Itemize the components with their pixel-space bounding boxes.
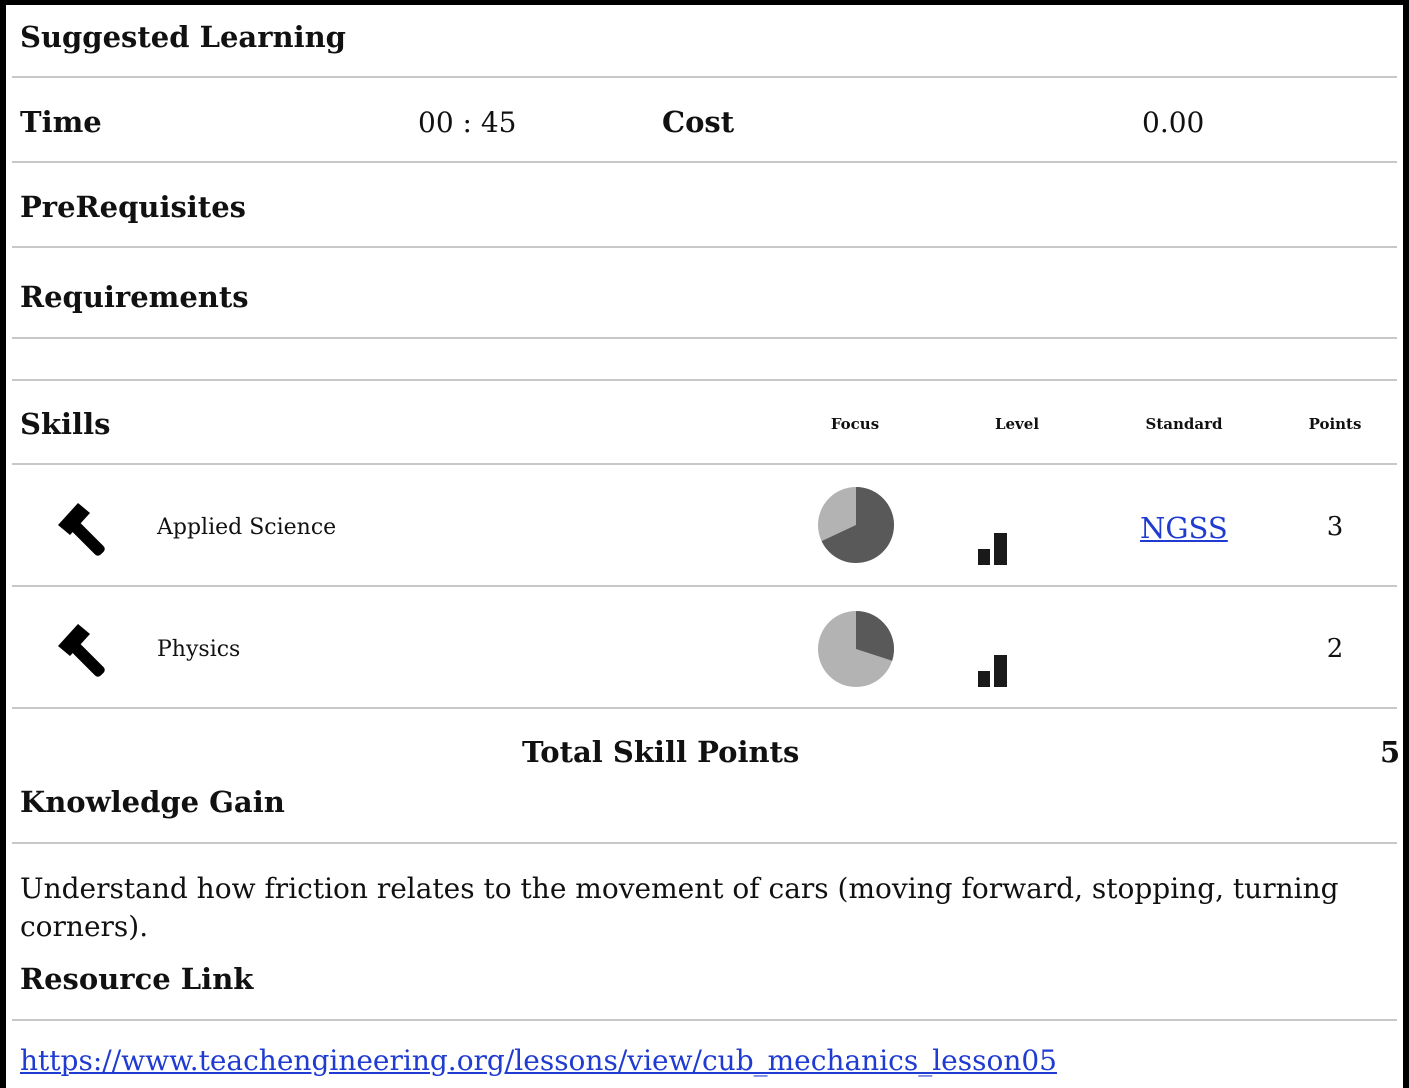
skill-name: Applied Science — [157, 515, 337, 540]
divider — [12, 842, 1397, 844]
focus-pie — [816, 609, 896, 693]
column-header-focus: Focus — [830, 415, 880, 433]
divider — [12, 246, 1397, 248]
column-header-level: Level — [994, 415, 1040, 433]
skill-row: Applied Science NGSS 3 — [12, 465, 1397, 585]
hammer-icon — [52, 499, 116, 557]
standard-link[interactable]: NGSS — [1140, 511, 1228, 545]
divider — [12, 161, 1397, 163]
knowledge-gain-heading: Knowledge Gain — [20, 785, 285, 819]
skill-name: Physics — [157, 637, 241, 662]
divider — [12, 707, 1397, 709]
time-value: 00 : 45 — [418, 106, 517, 139]
divider — [12, 1019, 1397, 1021]
prerequisites-heading: PreRequisites — [20, 190, 246, 224]
total-skill-points-value: 5 — [1380, 735, 1401, 769]
cost-label: Cost — [662, 105, 735, 139]
level-bars-icon — [978, 531, 1010, 569]
skill-points: 3 — [1326, 512, 1344, 542]
focus-pie — [816, 485, 896, 569]
resource-link[interactable]: https://www.teachengineering.org/lessons… — [20, 1044, 1057, 1077]
page-title: Suggested Learning — [20, 20, 346, 54]
level-bars-icon — [978, 653, 1010, 691]
resource-link-heading: Resource Link — [20, 962, 254, 996]
requirements-heading: Requirements — [20, 280, 249, 314]
cost-value: 0.00 — [1142, 106, 1205, 139]
divider — [12, 337, 1397, 339]
skill-row: Physics 2 — [12, 587, 1397, 707]
knowledge-gain-text: Understand how friction relates to the m… — [20, 872, 1339, 943]
skill-points: 2 — [1326, 634, 1344, 664]
skills-heading: Skills — [20, 407, 111, 441]
time-label: Time — [20, 105, 102, 139]
column-header-standard: Standard — [1145, 415, 1223, 433]
hammer-icon — [52, 620, 116, 678]
divider — [12, 379, 1397, 381]
column-header-points: Points — [1308, 415, 1362, 433]
total-skill-points-label: Total Skill Points — [522, 735, 800, 769]
divider — [12, 76, 1397, 78]
